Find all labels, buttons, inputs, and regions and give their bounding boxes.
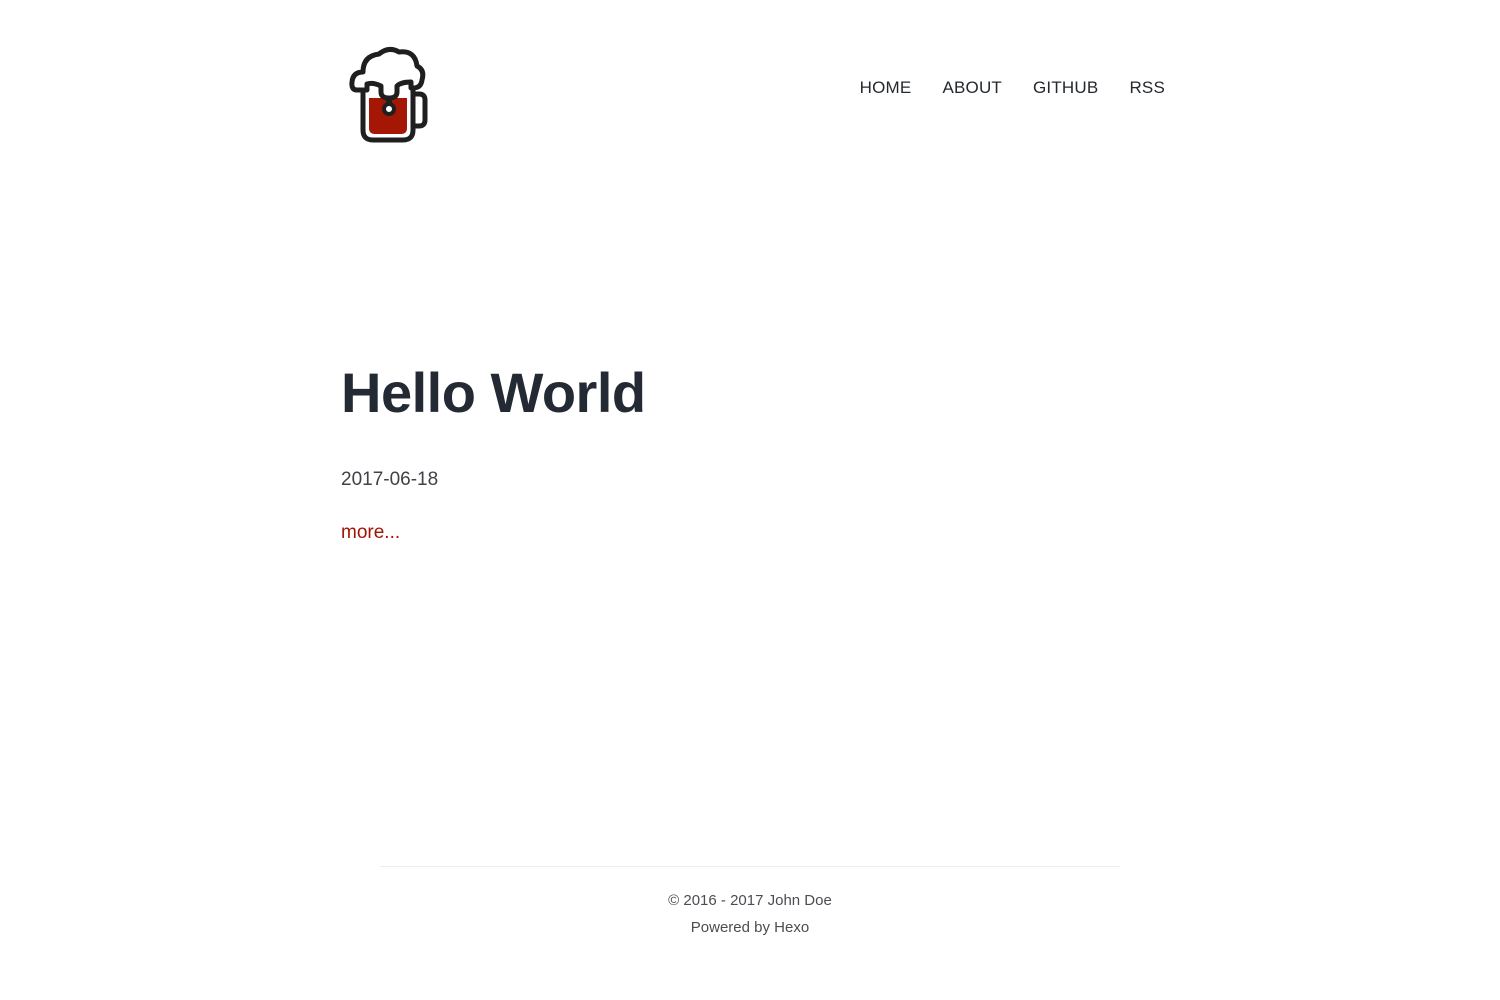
- site-header: HOME ABOUT GITHUB RSS: [341, 40, 1165, 150]
- hexo-link[interactable]: Hexo: [774, 919, 809, 936]
- copyright-text: © 2016 - 2017 John Doe: [668, 892, 832, 909]
- nav-rss-link[interactable]: RSS: [1129, 78, 1165, 98]
- nav-github-link[interactable]: GITHUB: [1033, 78, 1098, 98]
- read-more-link[interactable]: more...: [341, 522, 400, 544]
- post-title[interactable]: Hello World: [341, 360, 1161, 426]
- post-date: 2017-06-18: [341, 469, 439, 490]
- powered-by-text: Powered by: [690, 919, 775, 936]
- nav-home-link[interactable]: HOME: [860, 78, 912, 98]
- powered-by-line: Powered by Hexo: [380, 914, 1120, 941]
- main-nav: HOME ABOUT GITHUB RSS: [860, 78, 1165, 98]
- nav-about-link[interactable]: ABOUT: [942, 78, 1002, 98]
- site-footer: © 2016 - 2017 John Doe Powered by Hexo: [380, 866, 1120, 941]
- post-preview: Hello World 2017-06-18 more...: [341, 360, 1161, 544]
- beer-mug-icon[interactable]: [349, 42, 429, 146]
